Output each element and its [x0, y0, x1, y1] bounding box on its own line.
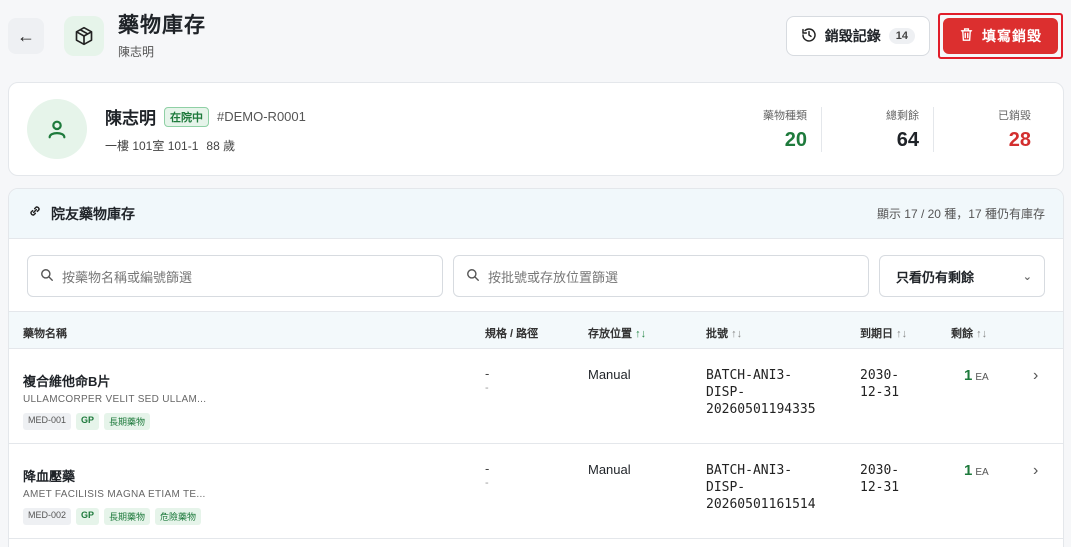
long-term-tag: 長期藥物 — [104, 508, 151, 525]
search-name-placeholder: 按藥物名稱或編號篩選 — [62, 269, 193, 285]
route-value: - — [485, 477, 489, 489]
table-row[interactable]: 降血壓藥 AMET FACILISIS MAGNA ETIAM TE... ME… — [9, 444, 1063, 539]
trash-icon — [959, 27, 974, 45]
med-code-tag: MED-001 — [23, 413, 72, 430]
page-title: 藥物庫存 — [118, 13, 206, 37]
col-header-expiry[interactable]: 到期日 ↑↓ — [860, 325, 907, 341]
col-header-remaining[interactable]: 剩餘 ↑↓ — [951, 325, 987, 341]
med-code-tag: MED-002 — [23, 508, 72, 525]
sort-icon: ↑↓ — [896, 328, 908, 340]
package-icon — [64, 16, 104, 56]
chevron-right-icon[interactable]: › — [1033, 462, 1038, 480]
dispose-label: 填寫銷毀 — [982, 28, 1042, 44]
route-value: - — [485, 382, 489, 394]
dangerous-drug-tag: 危險藥物 — [155, 508, 202, 525]
search-batch-placeholder: 按批號或存放位置篩選 — [488, 269, 619, 285]
resident-name: 陳志明 — [105, 109, 156, 128]
table-row[interactable]: 複合維他命B片 ULLAMCORPER VELIT SED ULLAM... M… — [9, 349, 1063, 444]
inventory-summary: 顯示 17 / 20 種，17 種仍有庫存 — [876, 207, 1045, 221]
sort-icon: ↑↓ — [635, 328, 647, 340]
arrow-left-icon: ← — [17, 25, 35, 46]
stat-total-remaining: 總剩餘 64 — [821, 106, 933, 152]
link-icon — [27, 203, 43, 224]
history-icon — [801, 27, 817, 46]
resident-age: 88 歲 — [206, 139, 236, 153]
user-avatar-icon — [27, 99, 87, 159]
expiry-value: 2030- 12-31 — [860, 463, 900, 495]
page-header: ← 藥物庫存 陳志明 銷毀記錄 14 填寫銷毀 — [0, 0, 1071, 72]
search-icon — [40, 268, 54, 285]
col-header-location[interactable]: 存放位置 ↑↓ — [588, 325, 646, 341]
chevron-right-icon[interactable]: › — [1033, 367, 1038, 385]
filter-select-value: 只看仍有剩餘 — [896, 269, 975, 285]
remaining-value: 1 EA — [964, 462, 989, 479]
batch-value: BATCH-ANI3- DISP- 20260501161514 — [706, 463, 816, 512]
remaining-filter-select[interactable]: 只看仍有剩餘 ⌄ — [879, 255, 1045, 297]
remaining-value: 1 EA — [964, 367, 989, 384]
search-icon — [466, 268, 480, 285]
med-name: 複合維他命B片 — [23, 374, 111, 389]
gp-tag: GP — [76, 413, 100, 430]
dispose-button-highlight: 填寫銷毀 — [938, 13, 1063, 59]
expiry-value: 2030- 12-31 — [860, 368, 900, 400]
page-subtitle: 陳志明 — [118, 44, 155, 59]
inventory-panel-header: 院友藥物庫存 顯示 17 / 20 種，17 種仍有庫存 — [9, 189, 1063, 239]
resident-room: 一樓 101室 101-1 — [105, 139, 199, 153]
inventory-panel: 院友藥物庫存 顯示 17 / 20 種，17 種仍有庫存 按藥物名稱或編號篩選 … — [8, 188, 1064, 547]
fill-disposal-button[interactable]: 填寫銷毀 — [943, 18, 1058, 54]
location-value: Manual — [588, 462, 631, 477]
resident-stats: 藥物種類 20 總剩餘 64 已銷毀 28 — [709, 106, 1045, 152]
chevron-down-icon: ⌄ — [1022, 270, 1032, 283]
resident-card: 陳志明 在院中 #DEMO-R0001 一樓 101室 101-1 88 歲 藥… — [8, 82, 1064, 176]
disposal-history-button[interactable]: 銷毀記錄 14 — [785, 16, 930, 56]
col-header-name[interactable]: 藥物名稱 — [23, 325, 67, 341]
med-subtitle: AMET FACILISIS MAGNA ETIAM TE... — [23, 489, 206, 500]
med-subtitle: ULLAMCORPER VELIT SED ULLAM... — [23, 394, 207, 405]
back-button[interactable]: ← — [8, 18, 44, 54]
filter-bar: 按藥物名稱或編號篩選 按批號或存放位置篩選 只看仍有剩餘 ⌄ — [9, 239, 1063, 313]
resident-id: #DEMO-R0001 — [217, 109, 306, 124]
stat-value: 28 — [1008, 128, 1031, 151]
search-batch-input[interactable]: 按批號或存放位置篩選 — [453, 255, 869, 297]
stat-value: 20 — [784, 128, 807, 151]
table-header: 藥物名稱 規格 / 路徑 存放位置 ↑↓ 批號 ↑↓ 到期日 ↑↓ 剩餘 ↑↓ — [9, 311, 1063, 349]
inventory-title: 院友藥物庫存 — [51, 205, 135, 222]
long-term-tag: 長期藥物 — [104, 413, 151, 430]
spec-value: - — [485, 366, 490, 381]
stat-drug-types: 藥物種類 20 — [709, 107, 821, 152]
location-value: Manual — [588, 367, 631, 382]
sort-icon: ↑↓ — [731, 328, 743, 340]
batch-value: BATCH-ANI3- DISP- 20260501194335 — [706, 368, 816, 417]
history-count-badge: 14 — [888, 28, 915, 44]
stat-value: 64 — [896, 128, 919, 151]
col-header-spec[interactable]: 規格 / 路徑 — [485, 325, 538, 341]
status-badge: 在院中 — [164, 106, 209, 127]
search-name-input[interactable]: 按藥物名稱或編號篩選 — [27, 255, 443, 297]
gp-tag: GP — [76, 508, 100, 525]
med-name: 降血壓藥 — [23, 469, 76, 484]
sort-icon: ↑↓ — [976, 328, 988, 340]
spec-value: - — [485, 461, 490, 476]
col-header-batch[interactable]: 批號 ↑↓ — [706, 325, 742, 341]
history-label: 銷毀記錄 — [824, 28, 881, 44]
stat-disposed: 已銷毀 28 — [933, 106, 1045, 152]
